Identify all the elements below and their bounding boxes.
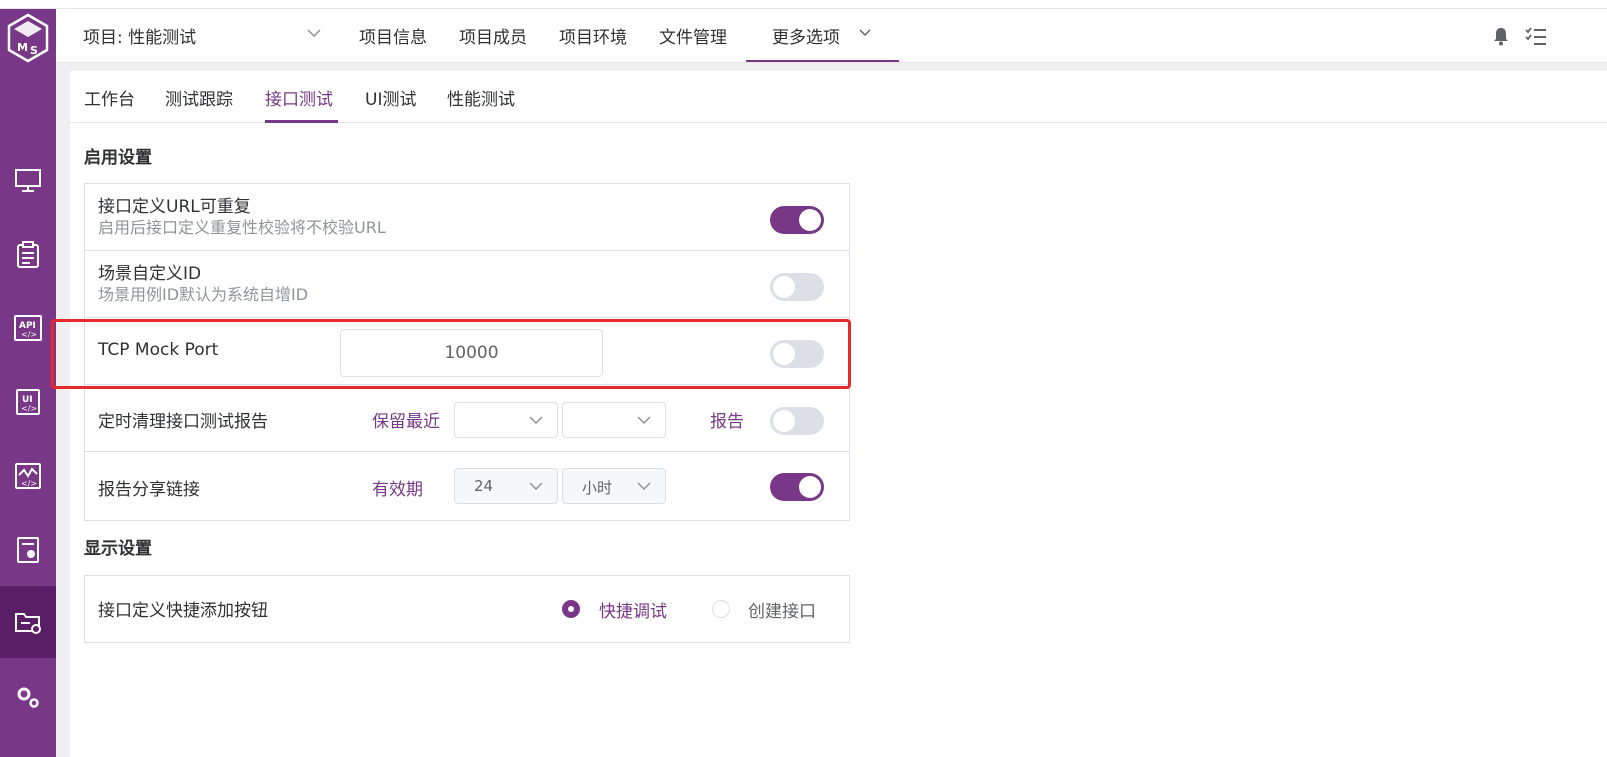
quick-debug-radio[interactable] xyxy=(562,600,580,618)
setting-description: 场景用例ID默认为系统自增ID xyxy=(98,285,309,304)
enable-settings-title: 启用设置 xyxy=(84,148,152,168)
setting-title: 报告分享链接 xyxy=(98,480,200,500)
setting-row-share-link: 报告分享链接 有效期 24 小时 xyxy=(85,453,849,520)
validity-label: 有效期 xyxy=(372,480,423,500)
more-options-label: 更多选项 xyxy=(772,28,840,48)
setting-title: 定时清理接口测试报告 xyxy=(98,412,268,432)
setting-row-url-repeatable: 接口定义URL可重复 启用后接口定义重复性校验将不校验URL xyxy=(85,184,849,251)
project-folder-icon xyxy=(15,613,41,634)
checklist-icon[interactable] xyxy=(1525,26,1547,46)
tab-performance-test[interactable]: 性能测试 xyxy=(447,85,515,110)
svg-text:</>: </> xyxy=(21,404,37,413)
create-api-radio[interactable] xyxy=(712,600,730,618)
app-window: M S API </> UI </> </> 项目: 性能测试 项目信息 项目成… xyxy=(0,0,1607,757)
setting-description: 启用后接口定义重复性校验将不校验URL xyxy=(98,218,386,237)
toggle-knob xyxy=(773,410,795,432)
share-link-toggle[interactable] xyxy=(770,473,824,501)
bell-icon[interactable] xyxy=(1492,26,1510,46)
nav-workbench[interactable] xyxy=(0,144,56,216)
nav-project-info[interactable]: 项目信息 xyxy=(359,23,427,48)
top-border xyxy=(0,0,1607,9)
quick-debug-label[interactable]: 快捷调试 xyxy=(599,597,667,622)
clipboard-icon xyxy=(17,241,39,268)
toggle-knob xyxy=(773,276,795,298)
toggle-knob xyxy=(799,476,821,498)
display-settings-panel: 接口定义快捷添加按钮 快捷调试 创建接口 xyxy=(84,575,850,643)
display-settings-title: 显示设置 xyxy=(84,539,152,559)
report-icon xyxy=(17,537,39,563)
cleanup-count-select[interactable] xyxy=(454,402,558,438)
main-content: 工作台 测试跟踪 接口测试 UI测试 性能测试 启用设置 接口定义URL可重复 … xyxy=(70,71,1607,757)
nav-report[interactable] xyxy=(0,514,56,586)
nav-ui-test[interactable]: UI </> xyxy=(0,366,56,438)
top-header: 项目: 性能测试 项目信息 项目成员 项目环境 文件管理 更多选项 xyxy=(56,9,1607,63)
project-select[interactable]: 项目: 性能测试 xyxy=(83,23,323,48)
project-select-label: 项目: 性能测试 xyxy=(83,28,197,48)
setting-row-scenario-custom-id: 场景自定义ID 场景用例ID默认为系统自增ID xyxy=(85,251,849,318)
active-tab-indicator xyxy=(265,120,338,123)
share-link-duration-select[interactable]: 24 xyxy=(454,468,558,504)
chevron-down-icon xyxy=(529,482,543,490)
toggle-knob xyxy=(799,209,821,231)
share-link-unit-select[interactable]: 小时 xyxy=(562,468,666,504)
nav-project-env[interactable]: 项目环境 xyxy=(559,23,627,48)
chevron-down-icon xyxy=(307,29,321,37)
nav-project-settings[interactable] xyxy=(0,586,56,658)
more-options-menu[interactable]: 更多选项 xyxy=(746,9,899,62)
setting-row-quick-add: 接口定义快捷添加按钮 快捷调试 创建接口 xyxy=(85,576,849,642)
svg-text:S: S xyxy=(30,44,38,57)
nav-system-settings[interactable] xyxy=(0,661,56,733)
api-icon: API</> xyxy=(14,315,42,341)
subtab-bar: 工作台 测试跟踪 接口测试 UI测试 性能测试 xyxy=(70,71,1607,123)
report-label: 报告 xyxy=(710,412,744,432)
setting-row-cleanup-reports: 定时清理接口测试报告 保留最近 报告 xyxy=(85,385,849,452)
tab-api-test[interactable]: 接口测试 xyxy=(265,85,333,110)
tab-test-track[interactable]: 测试跟踪 xyxy=(165,85,233,110)
app-logo[interactable]: M S xyxy=(6,13,50,63)
scenario-custom-id-toggle[interactable] xyxy=(770,273,824,301)
cleanup-unit-select[interactable] xyxy=(562,402,666,438)
tab-workbench[interactable]: 工作台 xyxy=(84,85,135,110)
chevron-down-icon xyxy=(637,416,651,424)
keep-recent-label: 保留最近 xyxy=(372,412,440,432)
nav-test-track[interactable] xyxy=(0,219,56,291)
ui-icon: UI</> xyxy=(16,389,40,415)
monitor-icon xyxy=(15,169,41,192)
chevron-down-icon xyxy=(859,29,871,37)
nav-api-test[interactable]: API </> xyxy=(0,292,56,364)
nav-file-management[interactable]: 文件管理 xyxy=(659,23,727,48)
select-value: 24 xyxy=(474,477,494,495)
sidebar: M S API </> UI </> </> xyxy=(0,9,56,757)
settings-icon xyxy=(17,687,39,708)
chevron-down-icon xyxy=(529,416,543,424)
nav-performance-test[interactable]: </> xyxy=(0,440,56,512)
svg-text:M: M xyxy=(17,41,28,54)
create-api-label[interactable]: 创建接口 xyxy=(748,597,816,622)
nav-project-members[interactable]: 项目成员 xyxy=(459,23,527,48)
svg-text:</>: </> xyxy=(21,330,37,339)
svg-text:</>: </> xyxy=(21,479,37,488)
url-repeatable-toggle[interactable] xyxy=(770,206,824,234)
setting-title: 接口定义快捷添加按钮 xyxy=(98,601,268,621)
highlight-box xyxy=(51,319,851,389)
cleanup-reports-toggle[interactable] xyxy=(770,407,824,435)
performance-icon: </> xyxy=(15,463,41,489)
chevron-down-icon xyxy=(637,482,651,490)
tab-ui-test[interactable]: UI测试 xyxy=(365,85,416,110)
select-value: 小时 xyxy=(582,479,613,497)
